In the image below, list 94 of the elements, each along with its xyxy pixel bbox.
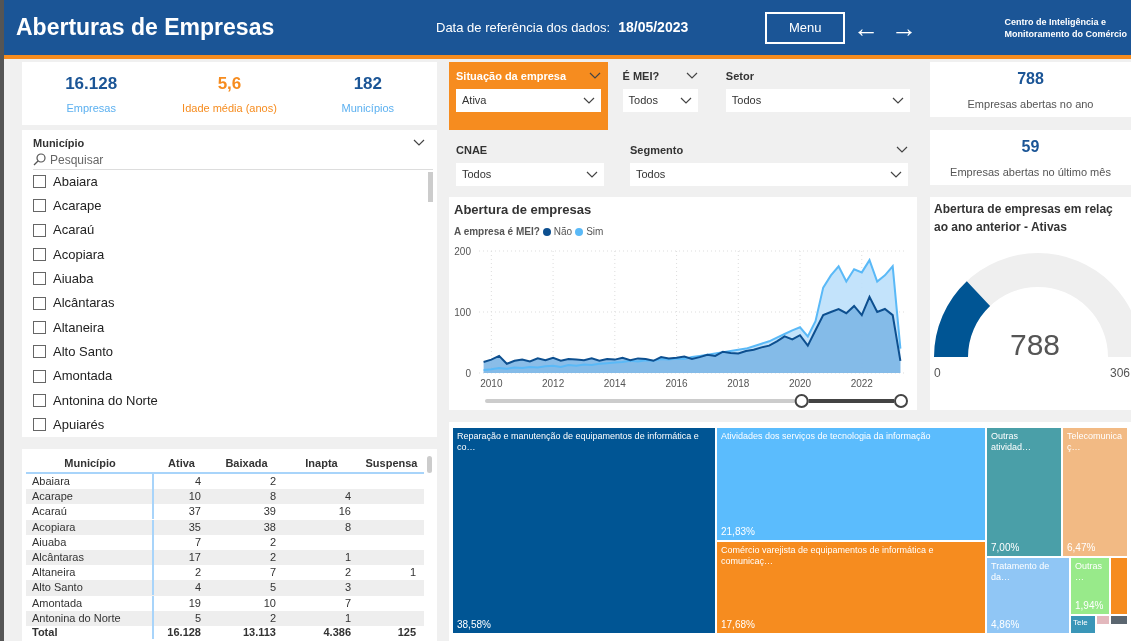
table-cell-text: 4 (343, 489, 352, 505)
table-cell-text: 8 (343, 519, 352, 535)
filter-label: Segmento (630, 142, 684, 158)
legend-title: A empresa é MEI? (454, 225, 540, 239)
slicer-title: Município (33, 136, 85, 151)
table-cell-text: 2 (268, 550, 277, 566)
table-cell-text: 19 (187, 595, 202, 611)
table-cell-text: 7 (343, 595, 352, 611)
total-cell-text: 16.128 (166, 625, 202, 639)
tile-percent: 21,83% (720, 525, 756, 539)
logo-text: Centro de Inteligência e (1004, 15, 1107, 28)
gauge-min: 0 (934, 365, 941, 382)
table-cell-text: 7 (268, 565, 277, 581)
table-cell-text: 16 (337, 504, 352, 520)
table-cell-text: 4 (193, 580, 202, 596)
gauge-title: ao ano anterior - Ativas (934, 219, 1068, 236)
kpi-label: Idade média (anos) (182, 101, 277, 116)
tile-percent: 1,94% (1074, 599, 1105, 613)
card-label: Empresas abertas no último mês (950, 164, 1111, 180)
table-cell-text: 7 (193, 534, 202, 550)
tile-percent: 17,68% (720, 618, 756, 632)
x-tick: 2018 (727, 378, 750, 389)
kpi-value: 5,6 (217, 72, 242, 95)
table-cell: Alto Santo (26, 580, 154, 596)
legend-label: Sim (586, 225, 604, 239)
tile-label: Reparação e manutenção de equipamentos de informática e co… (456, 430, 700, 453)
chart-title: Abertura de empresas (454, 201, 592, 219)
filter-label: Setor (725, 68, 754, 84)
tile-label: Telecomunicaç… (1066, 430, 1124, 453)
page-title: Aberturas de Empresas (16, 13, 276, 43)
table-cell: Acopiara (26, 519, 154, 535)
table-cell-text: 4 (193, 474, 202, 490)
gauge-title: Abertura de empresas em relaç (934, 201, 1113, 218)
tile-label: Atividades dos serviços de tecnologia da informação (720, 430, 932, 442)
x-tick: 2020 (788, 378, 812, 389)
table-cell-text: 17 (187, 550, 202, 566)
tile-percent: 6,47% (1066, 541, 1097, 555)
filter-label: Situação da empresa (456, 68, 567, 84)
table-cell: Acarape (26, 489, 154, 505)
tile-percent: 7,00% (990, 541, 1021, 555)
table-cell-text: 2 (268, 474, 277, 490)
table-cell-text: 3 (343, 580, 352, 596)
x-tick: 2022 (850, 378, 873, 389)
table-cell-text: 10 (262, 595, 277, 611)
total-cell-text: 4.386 (322, 625, 352, 639)
table-cell: Alcântaras (26, 550, 154, 566)
total-cell-text: 13.113 (241, 625, 277, 639)
y-tick: 100 (454, 307, 471, 318)
table-cell-text: 2 (343, 565, 352, 581)
gauge-max: 306 (1110, 365, 1131, 382)
filter-label: É MEI? (622, 68, 660, 84)
table-cell-text: 37 (187, 504, 202, 520)
table-cell-text: 2 (193, 565, 202, 581)
table-cell-text: 1 (343, 610, 352, 626)
total-cell-text: 125 (396, 625, 417, 639)
tile-label: Tele (1072, 617, 1089, 628)
table-cell-text: 35 (187, 519, 202, 535)
logo-text: Monitoramento do Comércio (1004, 27, 1127, 40)
y-tick: 0 (465, 368, 471, 379)
table-cell-text: 10 (187, 489, 202, 505)
kpi-value: 182 (353, 72, 382, 95)
reference-label: Data de referência dos dados: (436, 18, 611, 37)
table-cell-text: 2 (268, 610, 277, 626)
table-cell-text: 5 (268, 580, 277, 596)
y-tick: 200 (454, 246, 471, 257)
tile-label: Comércio varejista de equipamentos de informática e comunicaç… (720, 544, 935, 567)
tile-percent: 38,58% (456, 618, 492, 632)
card-label: Empresas abertas no ano (967, 96, 1094, 112)
x-tick: 2012 (541, 378, 565, 389)
table-cell-text: 5 (193, 610, 202, 626)
table-cell-text: 38 (262, 519, 277, 535)
tile-label: Outras … (1074, 560, 1103, 583)
tile-label: Outras atividad… (990, 430, 1033, 453)
kpi-label: Municípios (341, 101, 395, 116)
table-cell-text: 2 (268, 534, 277, 550)
card-value: 788 (1017, 68, 1044, 89)
legend-label: Não (553, 225, 573, 239)
filter-label: CNAE (456, 142, 488, 158)
table-cell: Antonina do Norte (26, 610, 154, 626)
x-tick: 2016 (665, 378, 688, 389)
table-cell-text: 39 (262, 504, 277, 520)
table-cell-text: 8 (268, 489, 277, 505)
gauge-value: 788 (1010, 327, 1061, 363)
table-cell-text: 1 (408, 565, 417, 581)
table-cell-text: 1 (343, 550, 352, 566)
x-tick: 2010 (480, 378, 503, 389)
reference-date: 18/05/2023 (618, 18, 690, 37)
total-cell: Total (26, 625, 154, 639)
card-value: 59 (1021, 136, 1040, 157)
kpi-label: Empresas (66, 101, 116, 116)
x-tick: 2014 (603, 378, 626, 389)
tile-percent: 4,86% (990, 618, 1021, 632)
tile-label: Tratamento de da… (990, 560, 1051, 583)
kpi-value: 16.128 (65, 72, 118, 95)
